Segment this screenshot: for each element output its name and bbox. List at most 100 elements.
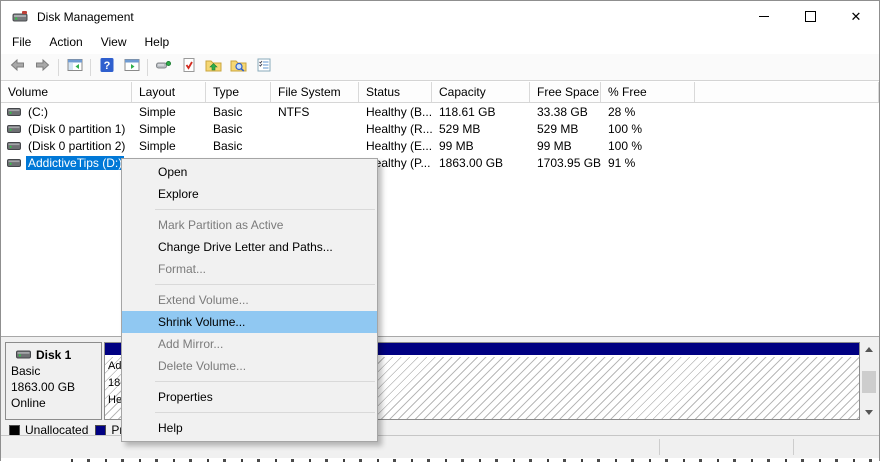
cell-layout: Simple xyxy=(132,139,206,153)
device-button[interactable] xyxy=(151,55,176,79)
cell-layout: Simple xyxy=(132,105,206,119)
toolbar: ? xyxy=(1,54,879,81)
disk-icon xyxy=(16,347,31,363)
help-button[interactable]: ? xyxy=(94,55,119,79)
menu-item-extend-volume: Extend Volume... xyxy=(122,289,377,311)
cell-capacity: 99 MB xyxy=(432,139,530,153)
volume-disk-icon xyxy=(7,139,21,153)
chevron-down-icon xyxy=(865,410,873,415)
menu-separator-line xyxy=(155,381,375,382)
help-icon: ? xyxy=(100,57,114,78)
menu-separator-line xyxy=(155,209,375,210)
cell-pct_free: 100 % xyxy=(601,139,695,153)
disk1-info-box[interactable]: Disk 1 Basic 1863.00 GB Online xyxy=(5,342,102,420)
menu-separator xyxy=(122,408,377,417)
checked-document-button[interactable] xyxy=(176,55,201,79)
disk1-title: Disk 1 xyxy=(11,347,96,363)
column-header-pct_free[interactable]: % Free xyxy=(601,82,695,102)
cell-capacity: 1863.00 GB xyxy=(432,156,530,170)
cell-type: Basic xyxy=(206,105,271,119)
menu-separator xyxy=(122,280,377,289)
menu-item-change-drive-letter-and-paths[interactable]: Change Drive Letter and Paths... xyxy=(122,236,377,258)
cell-pct_free: 100 % xyxy=(601,122,695,136)
menu-item-shrink-volume[interactable]: Shrink Volume... xyxy=(122,311,377,333)
cell-volume: AddictiveTips (D:) xyxy=(1,156,132,170)
cell-volume: (Disk 0 partition 2) xyxy=(1,139,132,153)
toolbar-separator xyxy=(58,59,59,76)
cell-type: Basic xyxy=(206,122,271,136)
table-row[interactable]: (Disk 0 partition 1)SimpleBasicHealthy (… xyxy=(1,120,879,137)
column-header-fs[interactable]: File System xyxy=(271,82,359,102)
forward-button[interactable] xyxy=(30,55,55,79)
chevron-up-icon xyxy=(865,347,873,352)
scrollbar-thumb[interactable] xyxy=(862,371,876,393)
table-row[interactable]: (Disk 0 partition 2)SimpleBasic Healthy (… xyxy=(1,137,879,154)
menu-item-format: Format... xyxy=(122,258,377,280)
menu-item-properties[interactable]: Properties xyxy=(122,386,377,408)
volume-table-header: VolumeLayoutTypeFile SystemStatusCapacit… xyxy=(1,82,879,103)
cell-fs: NTFS xyxy=(271,105,359,119)
folder-up-button[interactable] xyxy=(201,55,226,79)
disk1-status: Online xyxy=(11,395,96,411)
menubar-item-view[interactable]: View xyxy=(92,32,136,54)
cell-free_space: 529 MB xyxy=(530,122,601,136)
cell-status: Healthy (E... xyxy=(359,139,432,153)
title-bar: Disk Management ✕ xyxy=(1,1,879,32)
menubar-item-file[interactable]: File xyxy=(3,32,40,54)
menu-item-mark-partition-as-active: Mark Partition as Active xyxy=(122,214,377,236)
folder-up-icon xyxy=(205,57,222,78)
action-pane-button[interactable] xyxy=(119,55,144,79)
forward-icon xyxy=(34,57,51,78)
cell-volume: (C:) xyxy=(1,105,132,119)
volume-name: AddictiveTips (D:) xyxy=(26,156,124,170)
cell-volume: (Disk 0 partition 1) xyxy=(1,122,132,136)
disk1-name: Disk 1 xyxy=(36,347,71,363)
cell-free_space: 1703.95 GB xyxy=(530,156,601,170)
column-header-volume[interactable]: Volume xyxy=(1,82,132,102)
menu-separator xyxy=(122,377,377,386)
volume-name: (C:) xyxy=(28,105,48,119)
scroll-up-button[interactable] xyxy=(861,342,877,357)
window-controls: ✕ xyxy=(741,1,879,32)
column-header-filler xyxy=(695,82,879,102)
back-button[interactable] xyxy=(5,55,30,79)
cell-free_space: 33.38 GB xyxy=(530,105,601,119)
menu-item-open[interactable]: Open xyxy=(122,161,377,183)
menu-separator xyxy=(122,205,377,214)
close-button[interactable]: ✕ xyxy=(833,1,879,32)
menu-item-explore[interactable]: Explore xyxy=(122,183,377,205)
console-tree-button[interactable] xyxy=(62,55,87,79)
column-header-capacity[interactable]: Capacity xyxy=(432,82,530,102)
toolbar-separator xyxy=(147,59,148,76)
minimize-button[interactable] xyxy=(741,1,787,32)
cell-capacity: 118.61 GB xyxy=(432,105,530,119)
checklist-icon xyxy=(256,57,272,78)
vertical-scrollbar[interactable] xyxy=(861,342,877,420)
menu-item-help[interactable]: Help xyxy=(122,417,377,439)
legend-swatch xyxy=(9,425,20,436)
table-row[interactable]: (C:) SimpleBasicNTFSHealthy (B...118.61 G… xyxy=(1,103,879,120)
menu-separator-line xyxy=(155,284,375,285)
folder-search-button[interactable] xyxy=(226,55,251,79)
column-header-layout[interactable]: Layout xyxy=(132,82,206,102)
statusbar-divider xyxy=(659,439,660,455)
column-header-free_space[interactable]: Free Space xyxy=(530,82,601,102)
volume-disk-icon xyxy=(7,105,21,119)
back-icon xyxy=(9,57,26,78)
disk1-type: Basic xyxy=(11,363,96,379)
toolbar-separator xyxy=(90,59,91,76)
cell-status: Healthy (R... xyxy=(359,122,432,136)
disk-management-window: Disk Management ✕ FileActionViewHelp ? V… xyxy=(0,0,880,461)
cell-free_space: 99 MB xyxy=(530,139,601,153)
maximize-button[interactable] xyxy=(787,1,833,32)
scroll-down-button[interactable] xyxy=(861,405,877,420)
cell-type: Basic xyxy=(206,139,271,153)
column-header-type[interactable]: Type xyxy=(206,82,271,102)
console-tree-icon xyxy=(67,57,83,78)
column-header-status[interactable]: Status xyxy=(359,82,432,102)
menubar-item-action[interactable]: Action xyxy=(40,32,91,54)
cell-status: Healthy (B... xyxy=(359,105,432,119)
menubar-item-help[interactable]: Help xyxy=(136,32,179,54)
checklist-button[interactable] xyxy=(251,55,276,79)
cell-capacity: 529 MB xyxy=(432,122,530,136)
